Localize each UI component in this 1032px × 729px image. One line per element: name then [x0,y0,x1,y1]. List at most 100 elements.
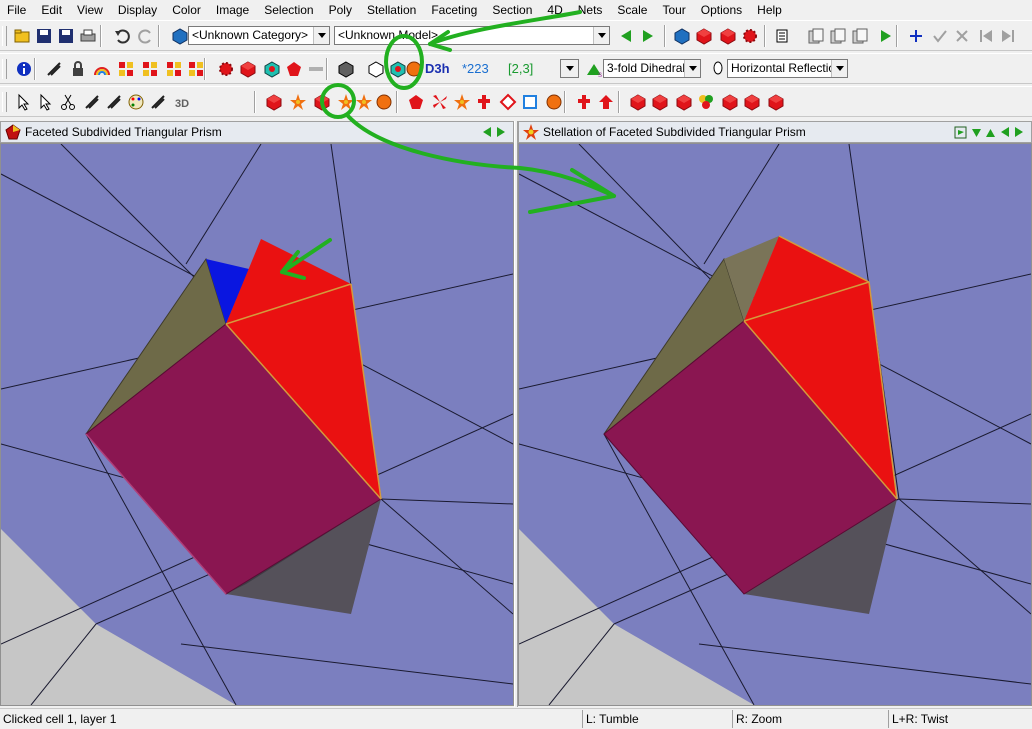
cross-icon[interactable] [474,92,494,112]
star-poly-icon[interactable] [354,92,374,112]
menu-options[interactable]: Options [694,0,750,20]
category-select[interactable]: <Unknown Category> [188,26,330,45]
menu-scale[interactable]: Scale [610,0,655,20]
facet-icon[interactable] [312,92,332,112]
toolbar-grip[interactable] [2,92,7,112]
red-poly-6-icon[interactable] [766,92,786,112]
3d-text-icon[interactable]: 3D [172,92,192,112]
scissors-icon[interactable] [58,92,78,112]
check-icon[interactable] [930,26,950,46]
list-icon[interactable] [772,26,792,46]
next-model-icon[interactable] [638,26,658,46]
multi-select-icon[interactable] [36,92,56,112]
pane-prev-icon[interactable] [999,126,1011,141]
symmetry-select[interactable] [560,59,579,78]
measure-icon[interactable] [82,92,102,112]
prev-model-icon[interactable] [616,26,636,46]
last-icon[interactable] [998,26,1018,46]
chevron-down-icon[interactable] [313,27,329,44]
net-icon[interactable] [104,92,124,112]
play-icon[interactable] [876,26,896,46]
import-icon[interactable] [828,26,848,46]
stellate-icon[interactable] [288,92,308,112]
solid-poly-icon[interactable] [264,92,284,112]
chevron-down-icon[interactable] [831,60,847,77]
toolbar-grip[interactable] [2,26,7,46]
menu-4d[interactable]: 4D [540,0,570,20]
pane-up-icon[interactable] [984,126,997,142]
red-poly-5-icon[interactable] [742,92,762,112]
red-poly-2-icon[interactable] [650,92,670,112]
stripes-icon[interactable] [148,92,168,112]
pane-down-icon[interactable] [970,126,983,142]
chevron-down-icon[interactable] [593,27,609,44]
save-all-icon[interactable] [56,26,76,46]
menu-edit[interactable]: Edit [34,0,70,20]
pentagon-icon[interactable] [406,92,426,112]
axis-select[interactable]: 3-fold Dihedral [603,59,701,78]
lock-icon[interactable] [68,59,88,79]
face-pattern-2-icon[interactable] [140,59,160,79]
tools-icon[interactable] [44,59,64,79]
diamond-icon[interactable] [498,92,518,112]
sphere-icon[interactable] [374,92,394,112]
menu-view[interactable]: View [70,0,111,20]
face-pattern-3-icon[interactable] [164,59,184,79]
dark-cube-icon[interactable] [336,59,356,79]
pane-next-icon[interactable] [495,126,507,141]
open-icon[interactable] [12,26,32,46]
menu-image[interactable]: Image [209,0,257,20]
lamp-icon[interactable] [708,59,728,79]
export-icon[interactable] [806,26,826,46]
red-gear-icon[interactable] [216,59,236,79]
gear-model-icon[interactable] [740,26,760,46]
fan-icon[interactable] [430,92,450,112]
red-cube-icon[interactable] [238,59,258,79]
menu-selection[interactable]: Selection [257,0,321,20]
menu-color[interactable]: Color [165,0,209,20]
menu-section[interactable]: Section [485,0,540,20]
compound-icon[interactable] [262,59,282,79]
outline-cube-icon[interactable] [366,59,386,79]
copy-icon[interactable] [850,26,870,46]
model-select[interactable]: <Unknown Model> [334,26,610,45]
menu-help[interactable]: Help [750,0,790,20]
stellation-icon[interactable] [336,92,356,112]
pentagon-icon[interactable] [284,59,304,79]
save-icon[interactable] [34,26,54,46]
square-icon[interactable] [520,92,540,112]
palette-icon[interactable] [126,92,146,112]
disk-icon[interactable] [544,92,564,112]
red-poly-4-icon[interactable] [720,92,740,112]
library-icon[interactable] [170,26,190,46]
menu-poly[interactable]: Poly [322,0,360,20]
undo-icon[interactable] [112,26,132,46]
random-model-icon[interactable] [694,26,714,46]
menu-tour[interactable]: Tour [655,0,693,20]
reflection-select[interactable]: Horizontal Reflection [727,59,848,78]
elevation-icon[interactable]: S [584,59,604,79]
globe-icon[interactable] [404,59,424,79]
select-icon[interactable] [14,92,34,112]
redo-icon[interactable] [136,26,156,46]
info-icon[interactable] [14,59,34,79]
rainbow-icon[interactable] [92,59,112,79]
red-poly-3-icon[interactable] [674,92,694,112]
bar-icon[interactable] [306,59,326,79]
face-pattern-4-icon[interactable] [186,59,206,79]
multi-poly-icon[interactable] [696,92,716,112]
left-viewport[interactable] [0,143,514,706]
chevron-down-icon[interactable] [684,60,700,77]
pane-sync-icon[interactable] [954,126,967,142]
menu-stellation[interactable]: Stellation [360,0,424,20]
arrow-red-icon[interactable] [596,92,616,112]
menu-nets[interactable]: Nets [571,0,611,20]
dice-icon[interactable] [672,26,692,46]
right-viewport[interactable] [518,143,1032,706]
delete-icon[interactable] [952,26,972,46]
menu-display[interactable]: Display [111,0,165,20]
toolbar-grip[interactable] [2,59,7,79]
red-poly-1-icon[interactable] [628,92,648,112]
first-icon[interactable] [976,26,996,46]
add-icon[interactable] [906,26,926,46]
